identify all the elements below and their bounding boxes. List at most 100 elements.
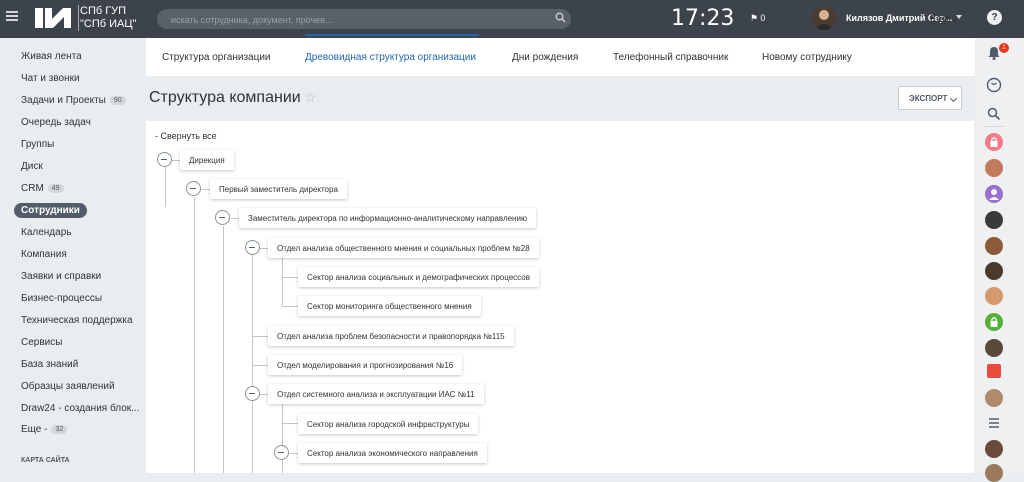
contact-avatar[interactable] (985, 262, 1003, 280)
flag-counter[interactable]: ⚑ 0 (750, 13, 765, 24)
active-tab-indicator (305, 34, 479, 36)
collapse-node-button[interactable] (215, 210, 230, 225)
sidebar-item-services[interactable]: Сервисы (21, 337, 62, 348)
sidebar-item-tech-support[interactable]: Техническая поддержка (21, 315, 133, 326)
tree-connector (282, 255, 283, 307)
tree-connector (282, 277, 298, 278)
contact-avatar[interactable] (985, 159, 1003, 177)
tab-birthdays[interactable]: Дни рождения (512, 52, 578, 63)
tree-node-dept-system-analysis[interactable]: Отдел системного анализа и эксплуатации … (268, 384, 484, 404)
star-icon[interactable]: ☆ (304, 89, 317, 106)
tree-node-sector-social[interactable]: Сектор анализа социальных и демографичес… (298, 267, 539, 287)
tree-node-sector-infrastructure[interactable]: Сектор анализа городской инфраструктуры (298, 414, 479, 434)
export-button[interactable]: ЭКСПОРТ (898, 86, 962, 110)
tree-node-dept-modeling[interactable]: Отдел моделирования и прогнозирования №1… (268, 355, 463, 375)
tree-node-directorate[interactable]: Дирекция (180, 150, 234, 170)
tree-connector (252, 336, 269, 337)
tab-org-structure[interactable]: Структура организации (162, 52, 271, 63)
company-name-line1: СПб ГУП (80, 5, 127, 17)
tree-connector (282, 306, 298, 307)
sidebar-item-live-feed[interactable]: Живая лента (21, 51, 82, 62)
app-icon[interactable] (987, 364, 1001, 378)
company-name-line2: "СПб ИАЦ" (80, 18, 137, 30)
sidebar-item-label: Чат и звонки (21, 73, 80, 84)
tree-node-first-deputy[interactable]: Первый заместитель директора (210, 179, 347, 199)
sidebar-item-label: Заявки и справки (21, 271, 102, 282)
sidebar-item-tasks[interactable]: Задачи и Проекты 90 (21, 95, 126, 106)
sidebar-item-knowledge-base[interactable]: База знаний (21, 359, 78, 370)
sidebar-item-label: Бизнес-процессы (21, 293, 103, 304)
search-icon[interactable] (555, 12, 566, 23)
sidebar-item-draw24[interactable]: Draw24 - создания блок... (21, 403, 139, 414)
tree-node-dept-security[interactable]: Отдел анализа проблем безопасности и пра… (268, 326, 514, 346)
lock-chat-icon[interactable] (985, 133, 1003, 151)
help-icon[interactable]: ? (987, 10, 1002, 25)
tree-connector (252, 255, 253, 473)
sidebar-item-requests[interactable]: Заявки и справки (21, 271, 101, 282)
collapse-node-button[interactable] (157, 152, 172, 167)
hamburger-menu-icon[interactable] (6, 11, 18, 21)
search-input[interactable]: искать сотрудника, документ, прочее... (157, 9, 571, 29)
search-icon[interactable] (987, 107, 1001, 121)
tree-node-sector-economics[interactable]: Сектор анализа экономического направлени… (298, 443, 487, 463)
sidebar-item-groups[interactable]: Группы (21, 139, 54, 150)
contact-avatar[interactable] (985, 464, 1003, 482)
tree-connector (194, 197, 195, 473)
panel-divider (985, 126, 1003, 127)
sidebar-item-label: Календарь (21, 227, 72, 238)
sidebar-item-label: CRM (21, 183, 44, 194)
right-panel (975, 38, 1024, 473)
contact-avatar[interactable] (985, 339, 1003, 357)
sidebar-item-business-processes[interactable]: Бизнес-процессы (21, 293, 102, 304)
contact-avatar[interactable] (985, 211, 1003, 229)
tree-node-dept-public-opinion[interactable]: Отдел анализа общественного мнения и соц… (268, 238, 539, 258)
contact-avatar[interactable] (985, 389, 1003, 407)
sidebar-item-templates[interactable]: Образцы заявлений (21, 381, 115, 392)
collapse-all-link[interactable]: - Свернуть все (155, 131, 217, 141)
tab-new-employee[interactable]: Новому сотруднику (762, 52, 852, 63)
tab-tree-structure[interactable]: Древовидная структура организации (305, 52, 476, 63)
tree-content-area (146, 121, 974, 473)
sidebar-item-label: Еще - (21, 424, 48, 435)
collapse-node-button[interactable] (186, 181, 201, 196)
sidebar-item-crm[interactable]: CRM 49 (21, 183, 64, 194)
company-logo[interactable] (33, 6, 73, 30)
lock-chat-icon[interactable] (985, 313, 1003, 331)
collapse-node-button[interactable] (245, 240, 260, 255)
collapse-node-button[interactable] (245, 386, 260, 401)
clock: 17:23 (671, 6, 735, 31)
sidebar-item-company[interactable]: Компания (21, 249, 67, 260)
sidebar-item-label: Сервисы (21, 337, 63, 348)
tree-node-deputy-analytics[interactable]: Заместитель директора по информационно-а… (239, 208, 536, 228)
tree-connector (252, 365, 269, 366)
sidebar-item-label: Задачи и Проекты (21, 95, 106, 106)
sidebar-item-chat[interactable]: Чат и звонки (21, 73, 80, 84)
sidebar-item-label: Очередь задач (21, 117, 91, 128)
tree-connector (282, 402, 283, 473)
contact-avatar[interactable] (985, 440, 1003, 458)
contact-avatar[interactable] (985, 287, 1003, 305)
sidebar-item-label: База знаний (21, 359, 79, 370)
sidebar-item-employees[interactable]: Сотрудники (14, 203, 87, 218)
collapse-node-button[interactable] (274, 445, 289, 460)
tree-connector (282, 423, 298, 424)
tab-phone-book[interactable]: Телефонный справочник (613, 52, 728, 63)
list-icon[interactable] (987, 416, 1001, 430)
group-avatar-icon[interactable] (985, 185, 1003, 203)
sidebar-item-label: Техническая поддержка (21, 315, 133, 326)
site-map-link[interactable]: КАРТА САЙТА (21, 457, 70, 464)
top-bar: СПб ГУП "СПб ИАЦ" искать сотрудника, док… (0, 0, 1024, 38)
chat-icon[interactable] (986, 77, 1002, 93)
sidebar-item-task-queue[interactable]: Очередь задач (21, 117, 91, 128)
sidebar-item-disk[interactable]: Диск (21, 161, 43, 172)
chevron-down-icon: ▾ (953, 17, 957, 24)
user-avatar[interactable] (812, 6, 836, 30)
logo-separator (78, 5, 79, 31)
tree-node-sector-monitoring[interactable]: Сектор мониторинга общественного мнения (298, 296, 481, 316)
contact-avatar[interactable] (985, 237, 1003, 255)
sidebar-item-more[interactable]: Еще -32 (21, 424, 68, 435)
tabs-more-button[interactable]: Еще ▾ (930, 14, 957, 25)
collapse-all-label: Свернуть все (160, 131, 217, 141)
sidebar-item-calendar[interactable]: Календарь (21, 227, 71, 238)
sidebar-item-label: Диск (21, 161, 43, 172)
